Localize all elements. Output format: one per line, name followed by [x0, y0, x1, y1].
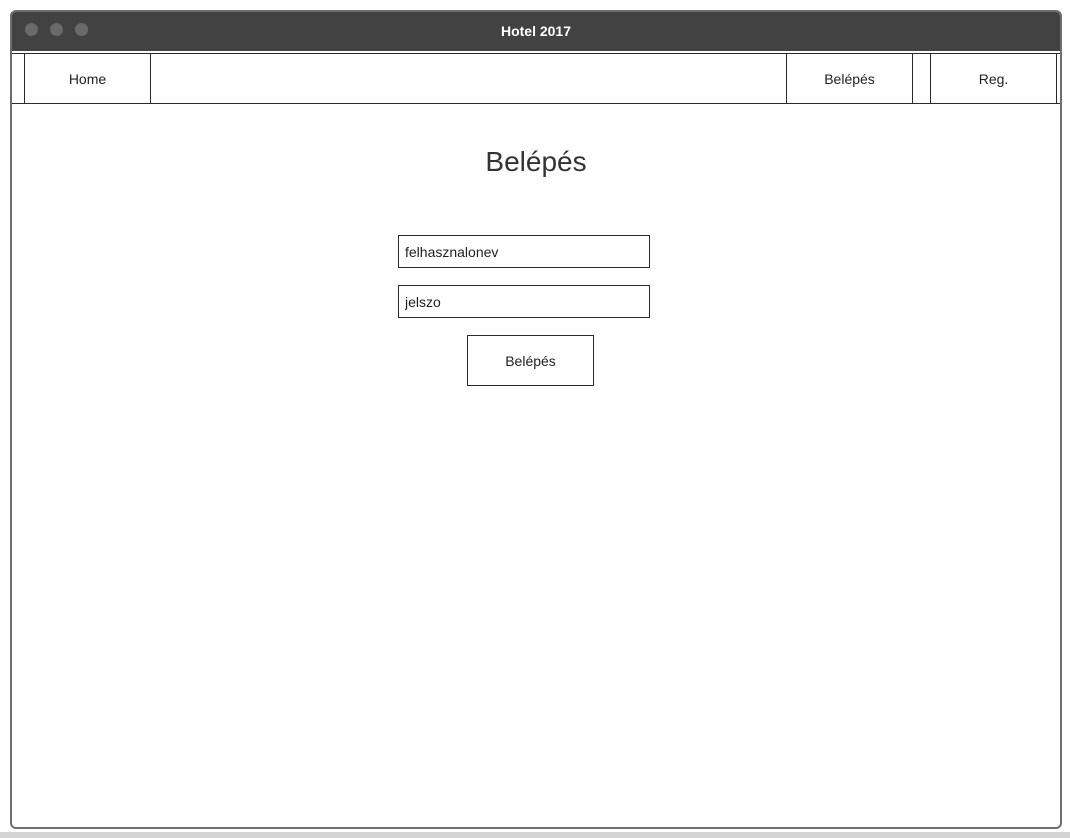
password-input[interactable] — [398, 285, 650, 318]
nav-login-button[interactable]: Belépés — [786, 54, 913, 103]
top-navigation: Home Belépés Reg. — [12, 53, 1060, 104]
titlebar: Hotel 2017 — [12, 12, 1060, 51]
page-title: Belépés — [485, 146, 587, 177]
screen: Hotel 2017 Home Belépés Reg. Belépés Bel… — [0, 0, 1070, 838]
browser-window: Hotel 2017 Home Belépés Reg. Belépés Bel… — [10, 10, 1062, 829]
window-title: Hotel 2017 — [500, 23, 572, 39]
bottom-divider — [0, 832, 1070, 838]
nav-home-button[interactable]: Home — [24, 54, 151, 103]
username-input[interactable] — [398, 235, 650, 268]
login-submit-button[interactable]: Belépés — [467, 335, 594, 386]
nav-register-button[interactable]: Reg. — [930, 54, 1057, 103]
